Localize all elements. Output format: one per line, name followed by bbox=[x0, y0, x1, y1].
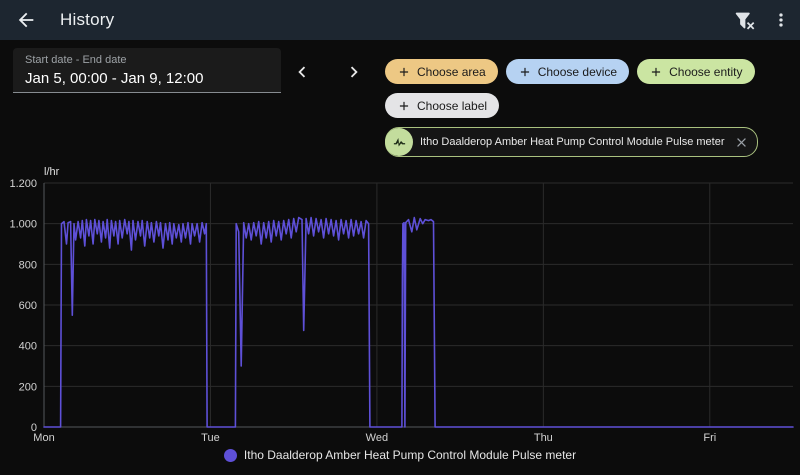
previous-period-button[interactable] bbox=[287, 57, 317, 87]
close-icon bbox=[736, 137, 746, 147]
chevron-right-icon bbox=[350, 66, 358, 78]
date-range-field[interactable]: Start date - End date Jan 5, 00:00 - Jan… bbox=[13, 48, 281, 93]
svg-text:1.200: 1.200 bbox=[9, 178, 37, 190]
date-range-label: Start date - End date bbox=[25, 54, 127, 66]
entity-avatar bbox=[385, 128, 413, 156]
chip-label: Choose area bbox=[417, 64, 486, 79]
remove-entity-button[interactable] bbox=[734, 135, 749, 150]
svg-text:800: 800 bbox=[19, 259, 37, 271]
choose-entity-chip[interactable]: Choose entity bbox=[637, 59, 755, 84]
page-title: History bbox=[60, 10, 115, 29]
filter-remove-icon bbox=[735, 12, 754, 29]
plus-icon bbox=[652, 67, 661, 76]
choose-device-chip[interactable]: Choose device bbox=[505, 59, 630, 84]
arrow-left-icon bbox=[18, 12, 34, 28]
legend-label: Itho Daalderop Amber Heat Pump Control M… bbox=[243, 448, 577, 462]
next-period-button[interactable] bbox=[339, 57, 369, 87]
selected-entity-label: Itho Daalderop Amber Heat Pump Control M… bbox=[420, 136, 725, 148]
svg-text:Wed: Wed bbox=[366, 432, 388, 444]
chip-row-3: Itho Daalderop Amber Heat Pump Control M… bbox=[385, 127, 758, 157]
filter-remove-button[interactable] bbox=[724, 0, 764, 40]
chip-label: Choose label bbox=[417, 98, 488, 113]
chip-row-1: Choose area Choose device Choose entity bbox=[385, 59, 755, 84]
plus-icon bbox=[520, 67, 529, 76]
chart-legend[interactable]: Itho Daalderop Amber Heat Pump Control M… bbox=[0, 448, 800, 462]
dots-vertical-icon bbox=[779, 13, 783, 27]
svg-text:400: 400 bbox=[19, 341, 37, 353]
svg-text:Tue: Tue bbox=[201, 432, 220, 444]
date-range-value: Jan 5, 00:00 - Jan 9, 12:00 bbox=[25, 70, 204, 87]
app-bar: History bbox=[0, 0, 800, 40]
choose-area-chip[interactable]: Choose area bbox=[385, 59, 498, 84]
plus-icon bbox=[399, 67, 409, 76]
filter-chips: Choose area Choose device Choose entity … bbox=[385, 59, 785, 157]
svg-text:Fri: Fri bbox=[703, 432, 716, 444]
svg-text:600: 600 bbox=[19, 300, 37, 312]
plus-icon bbox=[399, 101, 409, 110]
svg-text:200: 200 bbox=[19, 381, 37, 393]
svg-text:Mon: Mon bbox=[33, 432, 54, 444]
app-bar-actions bbox=[724, 0, 800, 40]
overflow-menu-button[interactable] bbox=[764, 0, 798, 40]
selected-entity-chip[interactable]: Itho Daalderop Amber Heat Pump Control M… bbox=[385, 127, 758, 157]
history-chart-svg[interactable]: 02004006008001.0001.200Mon Tue Wed Thu Fril/… bbox=[0, 166, 800, 448]
pulse-icon bbox=[393, 137, 405, 146]
chevron-left-icon bbox=[298, 66, 306, 78]
chip-row-2: Choose label bbox=[385, 93, 500, 118]
chip-label: Choose device bbox=[537, 64, 618, 79]
svg-text:l/hr: l/hr bbox=[44, 166, 60, 178]
chip-label: Choose entity bbox=[669, 64, 743, 79]
svg-text:Thu: Thu bbox=[534, 432, 553, 444]
legend-color-dot bbox=[223, 448, 237, 462]
back-button[interactable] bbox=[6, 0, 46, 40]
svg-text:1.000: 1.000 bbox=[9, 219, 37, 231]
choose-label-chip[interactable]: Choose label bbox=[385, 93, 500, 118]
